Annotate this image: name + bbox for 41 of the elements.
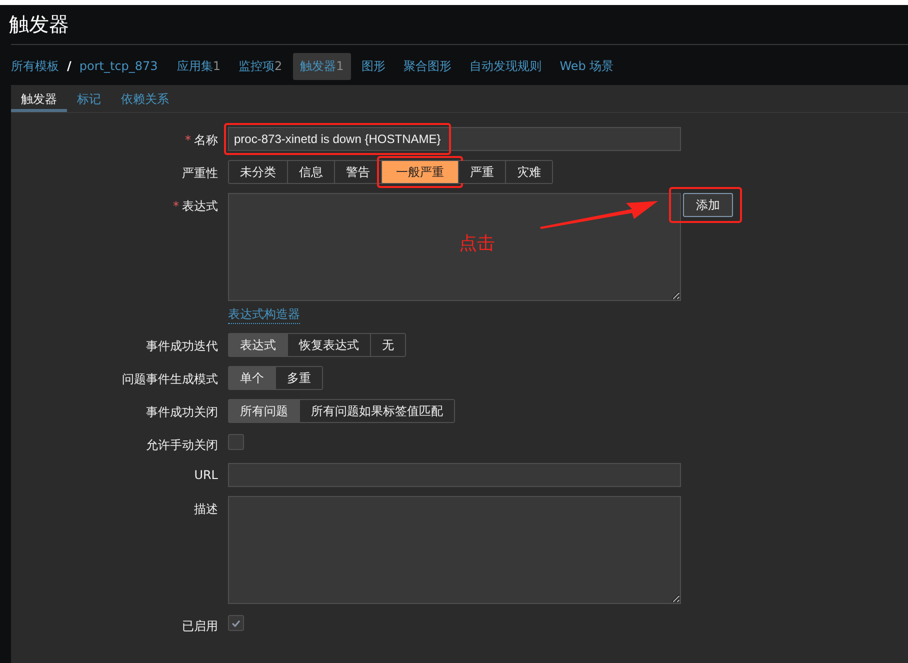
text-field[interactable] <box>228 463 681 487</box>
annotation-text: 点击 <box>459 232 495 255</box>
breadcrumb-link[interactable]: port_tcp_873 <box>79 59 158 73</box>
breadcrumb-link[interactable]: 所有模板 <box>11 58 59 74</box>
nav-tab[interactable]: 图形 <box>354 52 393 80</box>
field-label: 问题事件生成模式 <box>122 372 218 386</box>
expression-builder-link[interactable]: 表达式构造器 <box>228 306 300 324</box>
nav-tab[interactable]: 触发器1 <box>293 52 351 80</box>
text-field[interactable]: proc-873-xinetd is down {HOSTNAME} <box>228 127 681 151</box>
segment-option[interactable]: 未分类 <box>229 161 288 183</box>
sub-tab[interactable]: 触发器 <box>11 85 67 112</box>
field-label: URL <box>194 468 218 482</box>
segment-option[interactable]: 表达式 <box>229 334 288 356</box>
segment-option[interactable]: 一般严重 <box>382 161 459 183</box>
field-label: 严重性 <box>182 166 218 180</box>
field-label: 已启用 <box>182 619 218 633</box>
required-asterisk: * <box>185 133 191 147</box>
breadcrumb-separator: / <box>67 59 72 73</box>
segment-option[interactable]: 单个 <box>229 367 276 389</box>
page-title: 触发器 <box>9 11 69 38</box>
segment-option[interactable]: 严重 <box>459 161 506 183</box>
field-label: 描述 <box>194 502 218 516</box>
nav-tab[interactable]: 自动发现规则 <box>462 52 549 80</box>
segment-option[interactable]: 所有问题 <box>229 400 300 422</box>
nav-tab[interactable]: Web 场景 <box>552 52 621 80</box>
sub-tab[interactable]: 依赖关系 <box>111 85 179 112</box>
field-label: 名称 <box>194 133 218 147</box>
add-button[interactable]: 添加 <box>683 193 733 217</box>
field-label: 表达式 <box>182 199 218 213</box>
description-field[interactable] <box>228 496 681 604</box>
nav-tab[interactable]: 聚合图形 <box>396 52 459 80</box>
field-label: 允许手动关闭 <box>146 438 218 452</box>
nav-tab[interactable]: 监控项2 <box>231 52 290 80</box>
expression-field[interactable] <box>228 193 681 301</box>
checkbox[interactable] <box>228 434 244 450</box>
nav-tab[interactable]: 应用集1 <box>170 52 228 80</box>
sub-tab[interactable]: 标记 <box>67 85 111 112</box>
required-asterisk: * <box>173 199 179 213</box>
checkbox[interactable] <box>228 615 244 631</box>
field-label: 事件成功迭代 <box>146 339 218 353</box>
field-label: 事件成功关闭 <box>146 405 218 419</box>
